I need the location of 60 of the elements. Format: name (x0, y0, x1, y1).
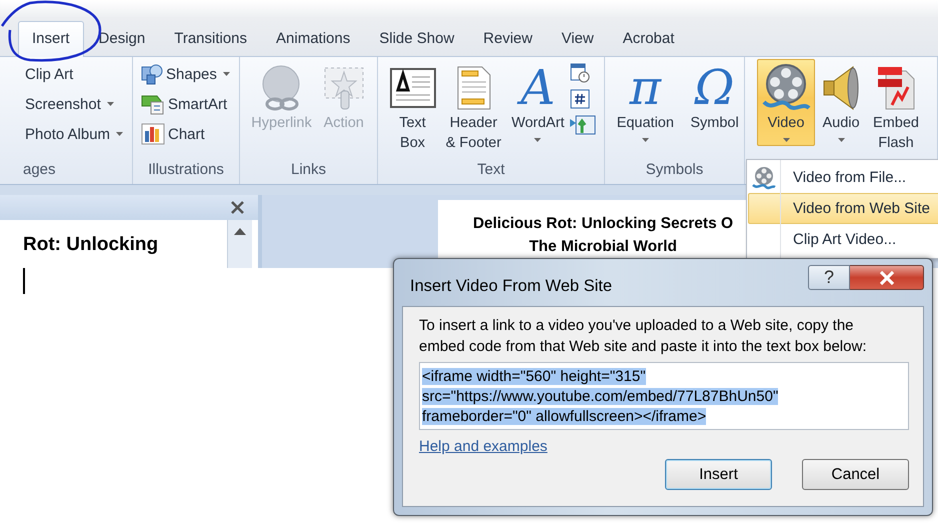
flash-document-icon (876, 65, 916, 111)
speaker-icon (821, 64, 861, 112)
ribbon-button[interactable]: Chart (139, 119, 207, 149)
insert-button[interactable]: Insert (665, 459, 772, 490)
ribbon-tab[interactable]: Slide Show (365, 21, 468, 56)
ribbon-button[interactable]: Clip Art (23, 59, 76, 89)
ribbon-button[interactable]: Shapes (139, 59, 232, 89)
embed-code-field[interactable]: <iframe width="560" height="315" src="https://www.youtube.com/embed/77L87BhUn50" frameborder="0" allowfullscreen></iframe> (419, 362, 909, 430)
text-cursor (23, 268, 25, 294)
ribbon-button[interactable]: Photo Album (23, 119, 126, 149)
shapes-icon (141, 63, 163, 85)
ribbon-tab[interactable]: Animations (262, 21, 364, 56)
ribbon-button[interactable]: π Equation (606, 59, 684, 146)
menu-item[interactable]: Clip Art Video... (748, 224, 938, 255)
close-button[interactable] (850, 265, 924, 290)
document-icon (456, 65, 492, 111)
ribbon-tab[interactable]: Insert (18, 21, 84, 57)
ribbon-button[interactable]: Embed Flash (867, 59, 925, 158)
ribbon-button[interactable]: Video (757, 59, 815, 146)
smartart-icon (141, 93, 165, 115)
group-label: Links (290, 160, 328, 180)
group-label: Text (476, 160, 506, 180)
close-icon (878, 270, 894, 284)
scrollbar[interactable] (227, 220, 252, 268)
outline-text: Rot: Unlocking (23, 233, 158, 257)
menu-item[interactable]: Video from Web Site (748, 193, 938, 224)
bar-chart-icon (141, 123, 165, 145)
ribbon-tab[interactable]: Acrobat (608, 21, 688, 56)
date-time-icon[interactable] (570, 63, 590, 83)
help-link[interactable]: Help and examples (419, 438, 548, 455)
ribbon-tab[interactable]: Transitions (160, 21, 262, 56)
object-icon[interactable] (570, 115, 596, 135)
group-label: Symbols (644, 160, 704, 180)
ribbon-button[interactable]: Screenshot (23, 89, 116, 119)
ribbon-tab[interactable]: Design (84, 21, 160, 56)
glyph-icon: Ω (694, 62, 734, 114)
scroll-up-icon[interactable] (234, 228, 246, 235)
slide-number-icon[interactable] (570, 89, 590, 109)
ribbon-tab[interactable]: Review (469, 21, 546, 56)
glyph-icon: π (630, 62, 662, 114)
instruction-text: To insert a link to a video you've uploaded to a Web site, copy the embed code from that Web site and paste it into the text box below: (419, 316, 868, 357)
ribbon-button[interactable]: A WordArt (508, 59, 568, 146)
dialog-title: Insert Video From Web Site (410, 277, 612, 296)
help-button[interactable]: ? (808, 265, 850, 290)
group-label: ages (23, 160, 57, 180)
cancel-button[interactable]: Cancel (802, 459, 909, 490)
close-icon[interactable] (231, 201, 244, 214)
ribbon-tab[interactable]: View (547, 21, 608, 56)
slide-title: The Microbial World (529, 237, 677, 257)
star-action-icon (322, 65, 366, 111)
ribbon-button[interactable]: SmartArt (139, 89, 230, 119)
group-label: Illustrations (147, 160, 225, 180)
ribbon-button[interactable]: Ω Symbol (686, 59, 743, 138)
ribbon-button[interactable]: Text Box (386, 59, 440, 158)
menu-item[interactable]: Video from File... (748, 162, 938, 193)
film-reel-icon (752, 166, 776, 190)
text-box-icon (390, 68, 436, 108)
slide-title: Delicious Rot: Unlocking Secrets O (472, 214, 734, 234)
ribbon-button[interactable]: Audio (817, 59, 865, 146)
ribbon-button[interactable]: Header & Footer (442, 59, 506, 158)
